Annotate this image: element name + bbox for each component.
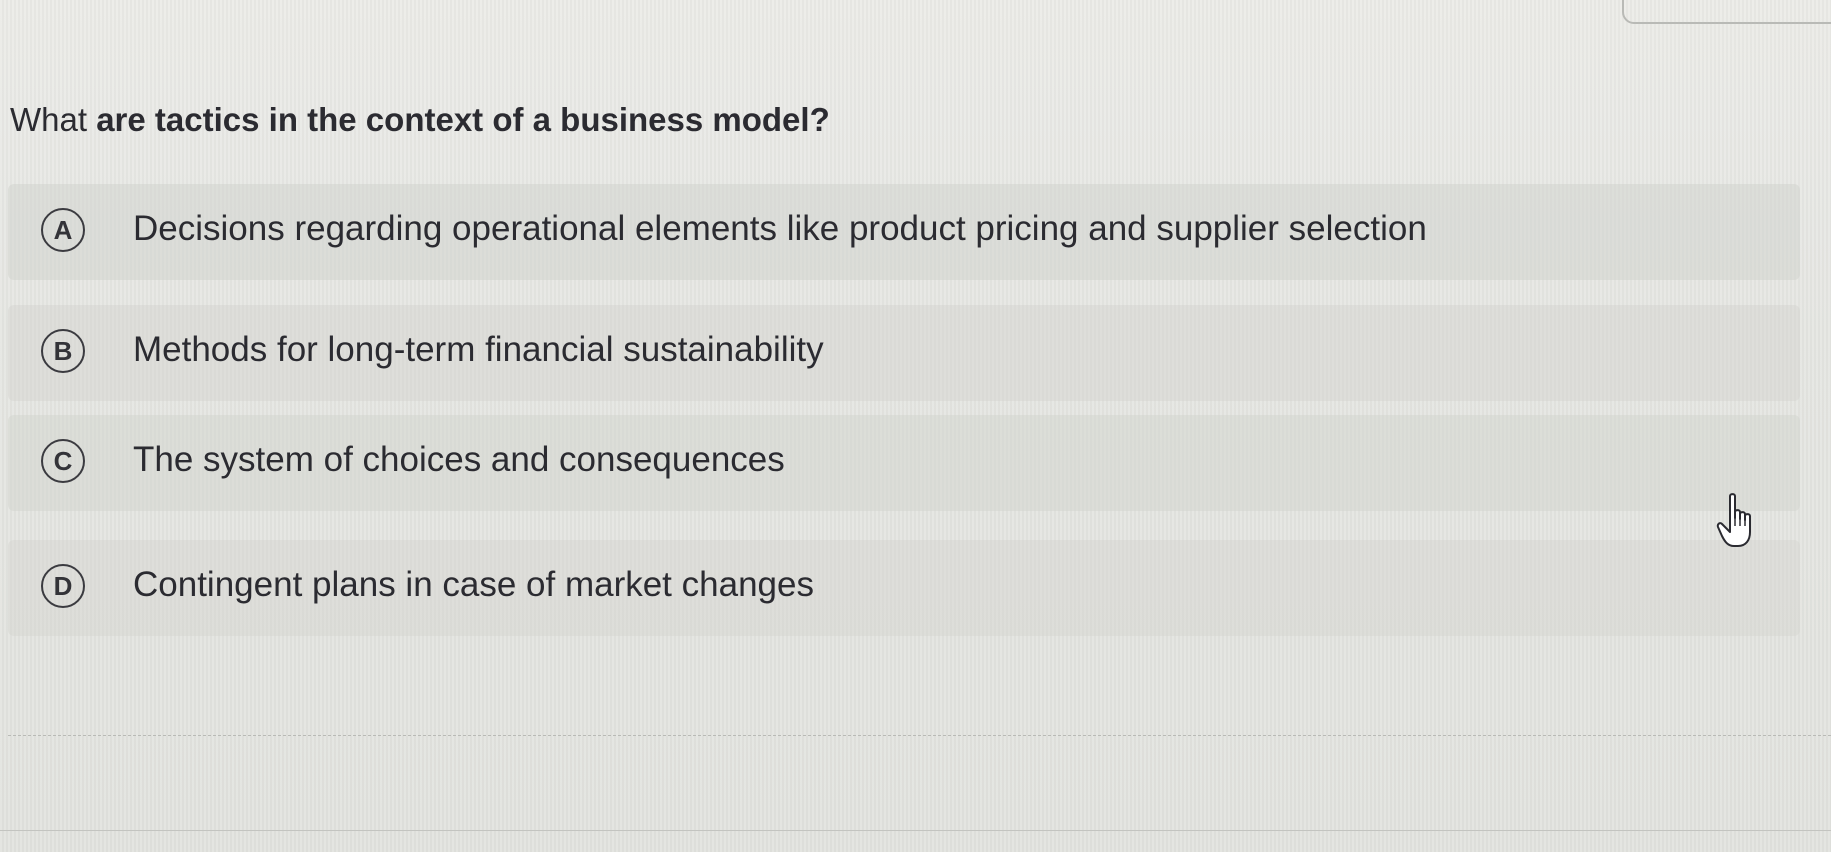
option-letter-b: B	[41, 329, 85, 373]
option-letter-c: C	[41, 439, 85, 483]
question-text: What are tactics in the context of a bus…	[10, 98, 830, 142]
section-divider	[8, 735, 1831, 736]
question-prefix: What	[10, 101, 97, 138]
option-text-c: The system of choices and consequences	[133, 440, 785, 479]
question-bold: are tactics in the context of a business…	[96, 101, 830, 138]
option-text-d: Contingent plans in case of market chang…	[133, 565, 814, 604]
option-text-a: Decisions regarding operational elements…	[133, 209, 1427, 248]
quiz-screen: What are tactics in the context of a bus…	[0, 0, 1831, 852]
answer-option-a[interactable]: A Decisions regarding operational elemen…	[8, 184, 1800, 280]
answer-option-d[interactable]: D Contingent plans in case of market cha…	[8, 540, 1800, 636]
answer-option-c[interactable]: C The system of choices and consequences	[8, 415, 1800, 511]
option-letter-a: A	[41, 208, 85, 252]
option-letter-d: D	[41, 564, 85, 608]
bottom-divider	[0, 830, 1831, 831]
option-text-b: Methods for long-term financial sustaina…	[133, 330, 824, 369]
top-right-button[interactable]	[1622, 0, 1831, 24]
answer-option-b[interactable]: B Methods for long-term financial sustai…	[8, 305, 1800, 401]
hand-pointer-icon	[1716, 492, 1764, 550]
